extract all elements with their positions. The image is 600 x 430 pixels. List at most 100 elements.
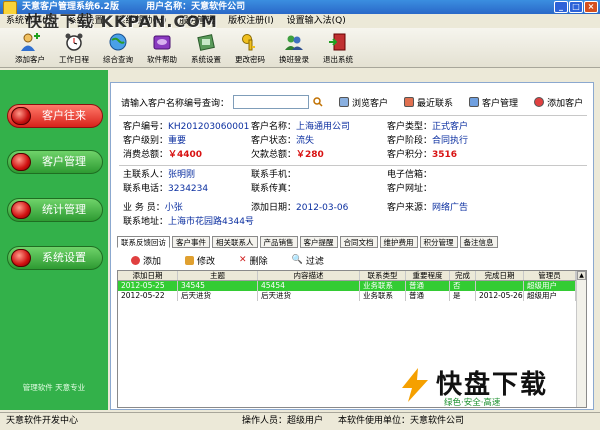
table-row[interactable]: 2012-05-22 后天进货 后天进货 业务联系 普通 是 2012-05-2…: [118, 291, 586, 301]
toolbar-schedule[interactable]: 工作日程: [52, 28, 96, 68]
filter-button[interactable]: 🔍 过滤: [292, 254, 324, 267]
button-label: 添加: [143, 256, 162, 267]
logo-slogan: 绿色·安全·高速: [444, 398, 501, 408]
tab-contract-docs[interactable]: 合同文档: [339, 236, 378, 248]
browse-customers-button[interactable]: 浏览客户: [339, 96, 388, 109]
field-label: 客户状态：: [251, 136, 297, 146]
edit-record-button[interactable]: 修改: [185, 254, 215, 267]
cell: 后天进货: [178, 291, 258, 301]
window-controls: _ □ ×: [554, 1, 598, 13]
field-label: 联系传真：: [251, 184, 297, 194]
tab-events[interactable]: 客户事件: [172, 236, 210, 248]
table-row[interactable]: 2012-05-25 34545 45454 业务联系 普通 否 超级用户: [118, 281, 586, 291]
delete-record-button[interactable]: ✕ 删除: [239, 254, 268, 267]
button-label: 过滤: [305, 256, 324, 267]
field-label: 联系地址：: [123, 217, 169, 227]
menu-ime[interactable]: 设置输入法(Q): [287, 16, 346, 26]
status-unit: 本软件使用单位：天意软件公司: [338, 416, 465, 426]
add-customer-button[interactable]: 添加客户: [534, 96, 583, 109]
toolbar-add-customer[interactable]: 添加客户: [8, 28, 52, 68]
table-header: 添加日期 主题 内容描述 联系类型 重要程度 完成 完成日期 管理员: [118, 271, 586, 281]
switch-user-icon: [285, 35, 303, 50]
toolbar-settings[interactable]: 系统设置: [184, 28, 228, 68]
toolbar-help[interactable]: 软件帮助: [140, 28, 184, 68]
col-header[interactable]: 重要程度: [406, 271, 450, 280]
field-label: 客户编号：: [123, 122, 169, 132]
add-icon: [534, 97, 545, 107]
cell: 是: [450, 291, 476, 301]
tab-feedback[interactable]: 联系反馈回访: [117, 236, 170, 248]
info-row: 消费总额：￥4400 欠款总额：￥280 客户积分：3516: [123, 148, 583, 162]
info-row: 主联系人：张明刚 联系手机： 电子信箱：: [123, 168, 583, 182]
col-header[interactable]: 内容描述: [258, 271, 360, 280]
col-header[interactable]: 完成日期: [476, 271, 524, 280]
recent-icon: [404, 97, 415, 107]
cell: 超级用户: [524, 281, 576, 291]
toolbar-label: 换班登录: [279, 55, 309, 64]
close-button[interactable]: ×: [584, 1, 598, 13]
toolbar-password[interactable]: 更改密码: [228, 28, 272, 68]
divider: [119, 165, 587, 166]
sidebar-item-label: 统计管理: [42, 203, 86, 216]
menu-register[interactable]: 版权注册(I): [228, 16, 274, 26]
tab-reminders[interactable]: 客户提醒: [299, 236, 338, 248]
tab-related-contacts[interactable]: 相关联系人: [212, 236, 258, 248]
toolbar-label: 添加客户: [15, 55, 45, 64]
col-header[interactable]: 完成: [450, 271, 476, 280]
maximize-button[interactable]: □: [569, 1, 583, 13]
toolbar-query[interactable]: 综合查询: [96, 28, 140, 68]
sidebar-item-customer-manage[interactable]: 客户管理: [7, 150, 103, 174]
sidebar-item-label: 客户往来: [42, 109, 86, 122]
filter-icon: 🔍: [291, 255, 303, 265]
grid-toolbar: 添加 修改 ✕ 删除 🔍 过滤: [117, 251, 589, 269]
tab-points[interactable]: 积分管理: [419, 236, 458, 248]
toolbar-exit[interactable]: 退出系统: [316, 28, 360, 68]
col-header[interactable]: 管理员: [524, 271, 576, 280]
recent-contact-button[interactable]: 最近联系: [404, 96, 453, 109]
sidebar-item-statistics[interactable]: 统计管理: [7, 198, 103, 222]
add-icon: [131, 255, 140, 265]
scroll-up-icon[interactable]: ▲: [577, 271, 586, 280]
red-ball-icon: [11, 249, 31, 267]
field-label: 联系手机：: [251, 170, 297, 180]
search-input[interactable]: [233, 95, 310, 109]
sidebar-item-system-settings[interactable]: 系统设置: [7, 246, 103, 270]
toolbar-label: 软件帮助: [147, 55, 177, 64]
browse-icon: [339, 97, 350, 107]
contact-phone: 3234234: [168, 184, 209, 194]
exit-door-icon: [329, 33, 346, 51]
divider: [119, 115, 587, 116]
customer-stage: 合同执行: [432, 136, 469, 146]
download-site-logo: 快盘下载 绿色·安全·高速: [392, 362, 582, 412]
add-customer-icon: [21, 33, 40, 51]
col-header[interactable]: 主题: [178, 271, 258, 280]
cell: 超级用户: [524, 291, 576, 301]
add-record-button[interactable]: 添加: [131, 254, 161, 267]
field-label: 客户积分：: [387, 150, 433, 160]
customer-source: 网络广告: [432, 203, 469, 213]
toolbar-label: 更改密码: [235, 55, 265, 64]
cell: 2012-05-25: [118, 281, 178, 291]
sidebar-item-customer-contact[interactable]: 客户往来: [7, 104, 103, 128]
field-label: 客户名称：: [251, 122, 297, 132]
globe-icon: [109, 33, 127, 51]
tab-notes[interactable]: 备注信息: [459, 236, 498, 248]
added-date: 2012-03-06: [296, 203, 349, 213]
field-label: 电子信箱：: [387, 170, 433, 180]
customer-type: 正式客户: [432, 122, 469, 132]
cell: 后天进货: [258, 291, 360, 301]
tab-maintenance-fees[interactable]: 维护费用: [379, 236, 418, 248]
field-label: 客户来源：: [387, 203, 433, 213]
detail-tabs: 联系反馈回访 客户事件 相关联系人 产品销售 客户提醒 合同文档 维护费用 积分…: [117, 236, 498, 248]
field-label: 联系电话：: [123, 184, 169, 194]
tab-product-sales[interactable]: 产品销售: [259, 236, 298, 248]
col-header[interactable]: 添加日期: [118, 271, 178, 280]
col-header[interactable]: 联系类型: [360, 271, 406, 280]
minimize-button[interactable]: _: [554, 1, 568, 13]
toolbar-switch-login[interactable]: 换班登录: [272, 28, 316, 68]
search-icon[interactable]: [313, 97, 323, 107]
field-label: 客户阶段：: [387, 136, 433, 146]
field-label: 消费总额：: [123, 150, 169, 160]
customer-manage-button[interactable]: 客户管理: [469, 96, 518, 109]
toolbar-label: 综合查询: [103, 55, 133, 64]
